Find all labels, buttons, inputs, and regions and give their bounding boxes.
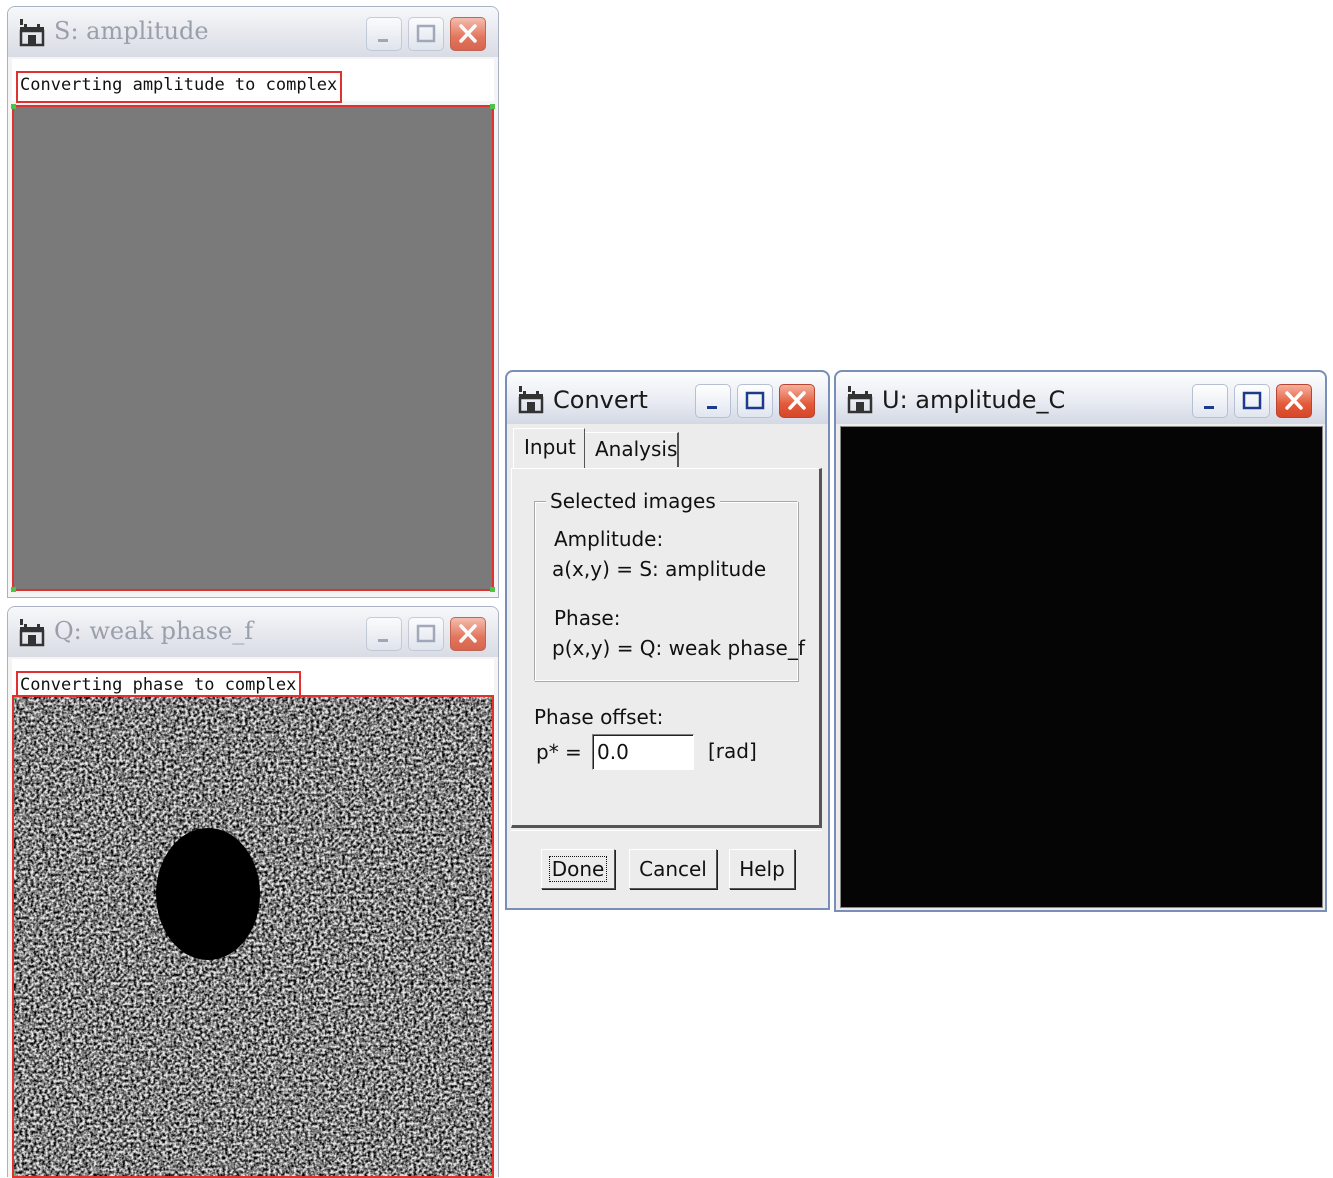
done-button[interactable]: Done — [541, 849, 615, 889]
window-title: Q: weak phase_f — [54, 617, 254, 645]
amplitude-window: S: amplitude Converting amplitude to com… — [7, 6, 499, 598]
done-button-label: Done — [548, 856, 608, 882]
status-caption: Converting amplitude to complex — [16, 71, 343, 103]
tab-panel: Selected images Amplitude: a(x,y) = S: a… — [511, 468, 822, 828]
close-icon — [459, 624, 477, 643]
maximize-icon — [1242, 391, 1262, 410]
phase-offset-input[interactable] — [592, 734, 694, 770]
convert-dialog: Convert Input Analysis Selected images A… — [505, 370, 830, 910]
selected-images-label: Selected images — [546, 489, 720, 513]
help-button-label: Help — [739, 857, 785, 881]
close-button[interactable] — [450, 617, 486, 651]
phase-offset-label: Phase offset: — [534, 705, 664, 729]
tab-analysis-label: Analysis — [595, 437, 678, 461]
phase-label: Phase: — [554, 606, 621, 630]
minimize-button[interactable] — [366, 17, 402, 51]
window-title: S: amplitude — [54, 17, 209, 45]
minimize-icon — [378, 639, 388, 642]
caption-area: Converting amplitude to complex — [12, 59, 494, 103]
corner-marker — [14, 1174, 16, 1176]
amplitude-label: Amplitude: — [554, 527, 664, 551]
castle-app-icon — [19, 19, 45, 47]
castle-app-icon — [847, 386, 873, 414]
noise-texture — [14, 697, 492, 1176]
minimize-icon — [707, 406, 717, 409]
amplitude-image[interactable] — [11, 104, 495, 592]
castle-app-icon — [19, 619, 45, 647]
window-title: U: amplitude_C — [882, 386, 1066, 414]
close-icon — [1285, 391, 1303, 410]
cancel-button[interactable]: Cancel — [629, 849, 717, 889]
corner-marker — [490, 697, 492, 699]
corner-marker — [490, 104, 495, 109]
maximize-button[interactable] — [408, 617, 444, 651]
phase-offset-symbol: p* = — [536, 740, 582, 764]
maximize-button[interactable] — [1234, 384, 1270, 418]
maximize-icon — [416, 24, 436, 43]
tab-analysis[interactable]: Analysis — [585, 432, 679, 467]
minimize-icon — [378, 39, 388, 42]
phase-titlebar[interactable]: Q: weak phase_f — [8, 607, 498, 657]
button-bar: Done Cancel Help — [511, 830, 822, 902]
minimize-button[interactable] — [1192, 384, 1228, 418]
corner-marker — [490, 1174, 492, 1176]
phase-offset-unit: [rad] — [708, 739, 757, 763]
output-image[interactable] — [840, 426, 1323, 908]
phase-image[interactable] — [12, 695, 494, 1178]
minimize-button[interactable] — [695, 384, 731, 418]
dialog-title: Convert — [553, 386, 648, 414]
corner-marker — [490, 587, 495, 592]
close-button[interactable] — [1276, 384, 1312, 418]
castle-app-icon — [518, 386, 544, 414]
maximize-button[interactable] — [408, 17, 444, 51]
amplitude-value: a(x,y) = S: amplitude — [552, 557, 767, 581]
phase-value: p(x,y) = Q: weak phase_f — [552, 636, 805, 660]
minimize-icon — [1204, 406, 1214, 409]
tab-input-label: Input — [524, 435, 576, 459]
phase-window: Q: weak phase_f Converting phase to comp… — [7, 606, 499, 1178]
tab-input[interactable]: Input — [513, 428, 585, 469]
convert-titlebar[interactable]: Convert — [507, 372, 828, 424]
close-icon — [459, 24, 477, 43]
cancel-button-label: Cancel — [639, 857, 707, 881]
help-button[interactable]: Help — [729, 849, 795, 889]
amplitude-titlebar[interactable]: S: amplitude — [8, 7, 498, 57]
maximize-button[interactable] — [737, 384, 773, 418]
corner-marker — [14, 697, 16, 699]
close-button[interactable] — [779, 384, 815, 418]
output-window: U: amplitude_C — [834, 370, 1327, 912]
close-button[interactable] — [450, 17, 486, 51]
maximize-icon — [745, 391, 765, 410]
corner-marker — [11, 587, 16, 592]
phase-object-blob — [156, 828, 260, 960]
maximize-icon — [416, 624, 436, 643]
minimize-button[interactable] — [366, 617, 402, 651]
close-icon — [788, 391, 806, 410]
output-titlebar[interactable]: U: amplitude_C — [836, 372, 1325, 424]
corner-marker — [11, 104, 16, 109]
